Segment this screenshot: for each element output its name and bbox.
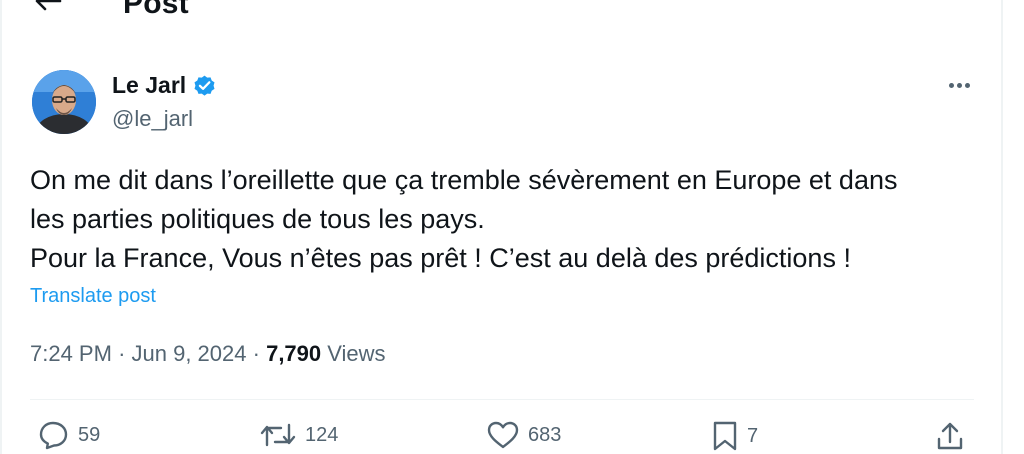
column-border-right [1001, 0, 1003, 454]
share-icon [937, 422, 963, 450]
share-button[interactable] [935, 420, 965, 452]
avatar-image [32, 70, 96, 134]
views-label: Views [327, 341, 386, 366]
post-text-line: Pour la France, Vous n’êtes pas prêt ! C… [30, 243, 851, 273]
verified-badge-icon[interactable] [192, 73, 217, 98]
post-text-line: On me dit dans l’oreillette que ça tremb… [30, 165, 898, 195]
avatar[interactable] [32, 70, 96, 134]
post-time[interactable]: 7:24 PM [30, 341, 112, 366]
meta-separator: · [118, 341, 132, 366]
post-meta: 7:24 PM · Jun 9, 2024 · 7,790 Views [30, 341, 386, 367]
more-dot-icon [964, 82, 970, 88]
back-button[interactable] [30, 0, 66, 16]
post-date[interactable]: Jun 9, 2024 [132, 341, 247, 366]
author-name-row: Le Jarl [112, 72, 217, 99]
repost-count: 124 [305, 423, 339, 446]
author-display-name[interactable]: Le Jarl [112, 72, 186, 99]
more-dot-icon [956, 82, 962, 88]
author-handle[interactable]: @le_jarl [112, 106, 193, 132]
repost-button[interactable]: 124 [259, 420, 338, 450]
bookmark-count: 7 [747, 424, 759, 447]
repost-icon [260, 423, 296, 447]
more-options-button[interactable] [944, 74, 974, 96]
bookmark-button[interactable]: 7 [711, 420, 758, 452]
like-button[interactable]: 683 [486, 420, 561, 450]
like-count: 683 [528, 423, 562, 446]
divider [30, 399, 974, 400]
reply-button[interactable]: 59 [38, 420, 100, 450]
more-dot-icon [948, 82, 954, 88]
heart-icon [487, 421, 519, 449]
arrow-left-icon [35, 0, 62, 11]
post-text: On me dit dans l’oreillette que ça tremb… [30, 161, 980, 278]
views-count: 7,790 [266, 341, 322, 366]
translate-post-link[interactable]: Translate post [30, 285, 156, 308]
column-border-left [0, 0, 2, 454]
reply-count: 59 [78, 423, 101, 446]
reply-icon [39, 421, 68, 450]
page-title: Post [123, 0, 189, 20]
post-text-line: les parties politiques de tous les pays. [30, 204, 485, 234]
meta-separator: · [252, 341, 267, 366]
bookmark-icon [713, 421, 737, 451]
